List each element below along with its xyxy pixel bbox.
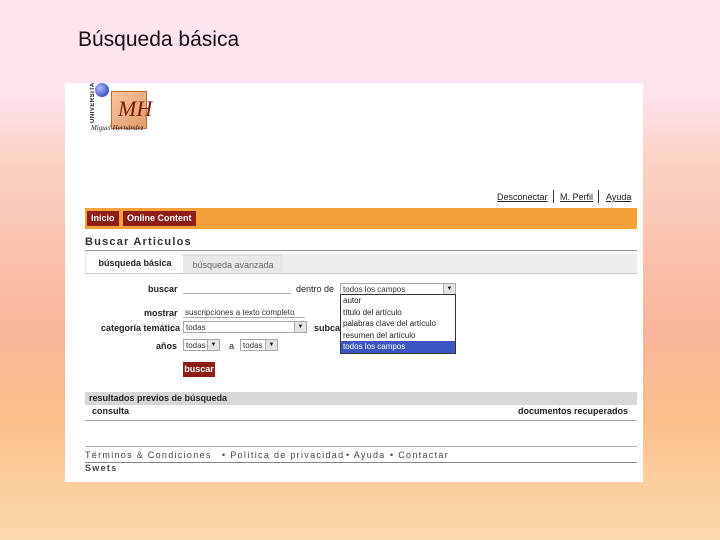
anos-from-select[interactable]: todas ▼ [183,339,220,351]
dentro-label: dentro de [296,284,335,294]
browser-screenshot: UNIVERSITAS MH Miguel Hernández Desconec… [65,83,643,482]
results-col-documentos: documentos recuperados [518,406,629,416]
categoria-select[interactable]: todas ▼ [183,321,307,333]
divider [85,446,637,447]
categoria-label: categoría temática [101,323,181,333]
dropdown-option-palabras-clave[interactable]: palabras clave del artículo [341,318,455,330]
buscar-label: buscar [148,284,178,294]
results-col-consulta: consulta [92,406,130,416]
mostrar-select[interactable]: suscripciones a texto completo [183,307,305,318]
tab-busqueda-avanzada[interactable]: búsqueda avanzada [183,255,283,274]
slide-title: Búsqueda básica [78,28,240,51]
link-ayuda[interactable]: Ayuda [606,192,631,202]
link-separator [553,190,554,203]
divider [85,420,637,421]
chevron-down-icon[interactable]: ▼ [294,322,306,332]
dropdown-option-autor[interactable]: autor [341,295,455,307]
logo-name: Miguel Hernández [91,124,144,132]
results-header: resultados previos de búsqueda [85,392,637,405]
anos-to-select[interactable]: todas ▼ [240,339,278,351]
chevron-down-icon[interactable]: ▼ [443,284,455,294]
buscar-button[interactable]: buscar [183,362,215,377]
dropdown-option-todos[interactable]: todos los campos [341,341,455,353]
chevron-down-icon[interactable]: ▼ [265,340,277,350]
dropdown-option-titulo[interactable]: título del artículo [341,307,455,319]
link-mi-perfil[interactable]: M. Perfil [560,192,593,202]
logo-globe-icon [95,83,109,97]
footer-contactar-link[interactable]: • Contactar [390,450,449,460]
divider [85,273,637,274]
chevron-down-icon[interactable]: ▼ [207,340,219,350]
footer-terminos-link[interactable]: Términos & Condiciones [85,450,212,460]
footer-ayuda-link[interactable]: • Ayuda [346,450,386,460]
search-input[interactable] [183,282,291,294]
mostrar-label: mostrar [144,308,178,318]
link-desconectar[interactable]: Desconectar [497,192,548,202]
subcat-label: subcat [314,323,344,333]
anos-label: años [156,341,178,351]
dropdown-option-resumen[interactable]: resumen del artículo [341,330,455,342]
field-dropdown-list: autor título del artículo palabras clave… [340,294,456,354]
anos-a-label: a [229,341,235,351]
divider [85,250,637,251]
footer-privacidad-link[interactable]: • Política de privacidad [222,450,344,460]
footer-brand: Swets [85,463,118,473]
tab-busqueda-basica[interactable]: búsqueda básica [87,254,183,273]
nav-inicio-button[interactable]: Inicio [87,211,119,226]
divider [85,462,637,463]
nav-online-content-button[interactable]: Online Content [123,211,196,226]
page-title: Buscar Articulos [85,236,192,248]
link-separator [598,190,599,203]
